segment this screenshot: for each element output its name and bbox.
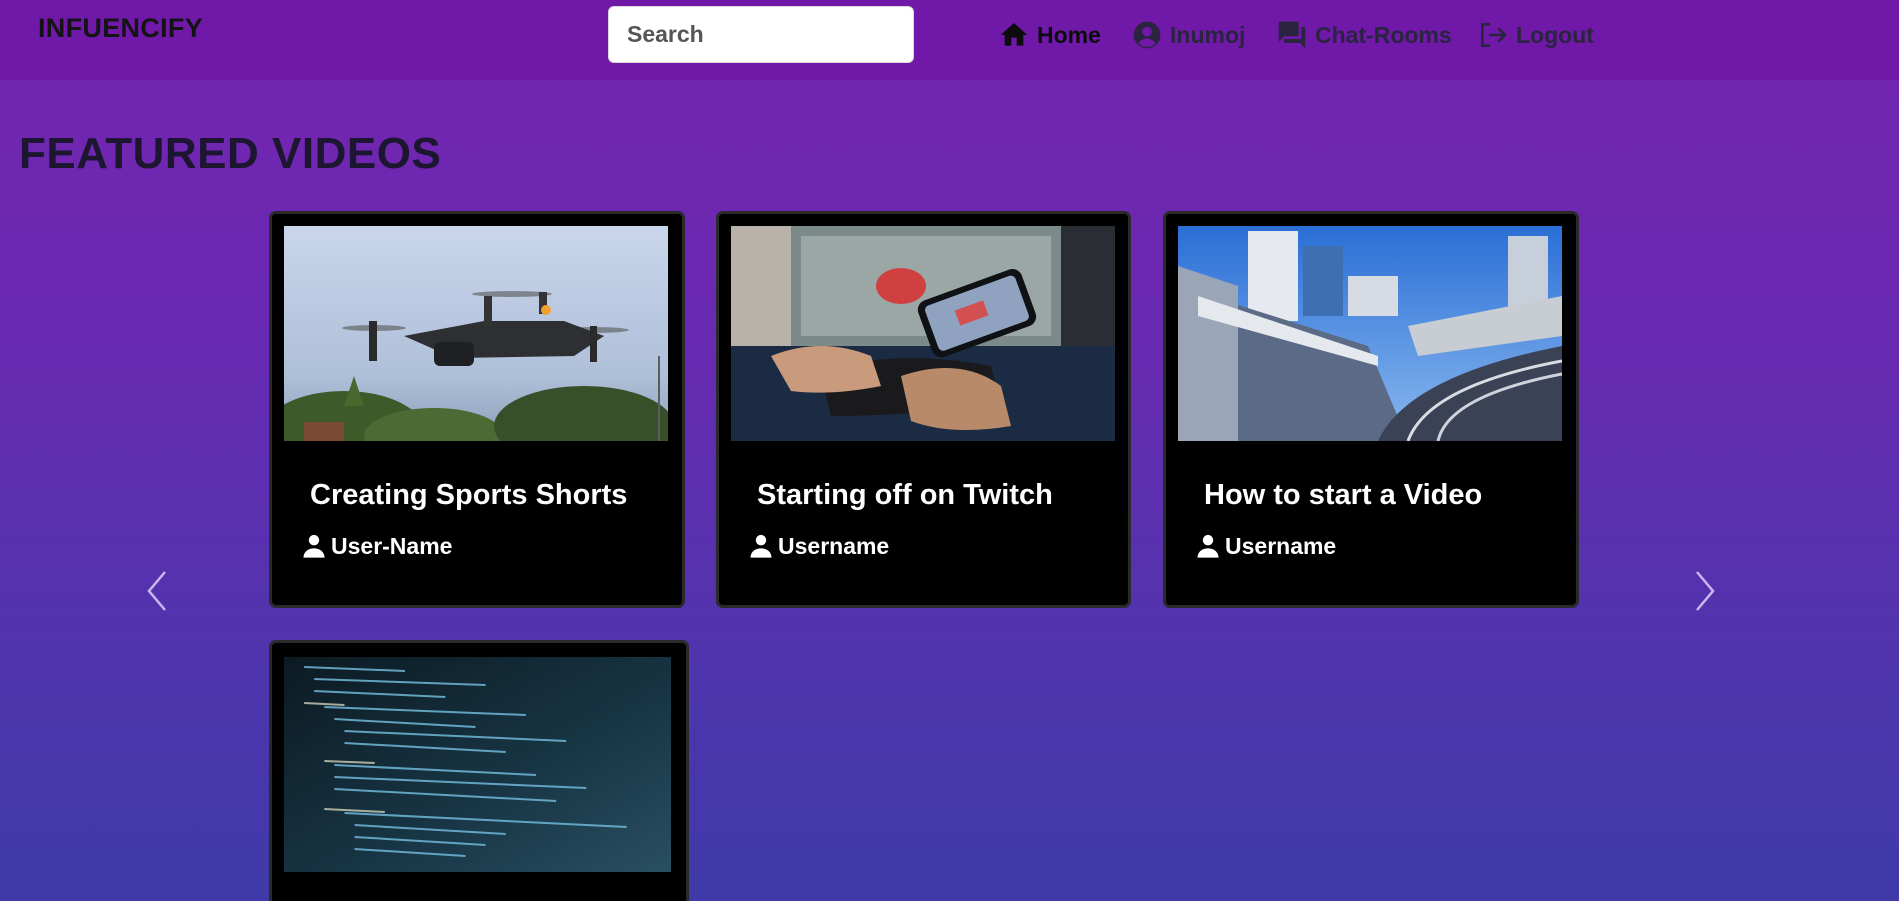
nav-link-home-label: Home (1037, 21, 1101, 48)
nav-link-logout[interactable]: Logout (1477, 18, 1594, 52)
video-thumbnail-gaming[interactable] (731, 226, 1115, 441)
nav-link-logout-label: Logout (1516, 21, 1594, 48)
gaming-controller-photo (731, 226, 1115, 441)
chevron-right-icon (1696, 571, 1715, 611)
top-navbar: INFUENCIFY Home Inumoj Chat-Rooms Logout (0, 0, 1899, 80)
video-author-name: Username (778, 532, 890, 559)
code-screen-photo (284, 657, 671, 872)
nav-link-profile[interactable]: Inumoj (1131, 18, 1245, 52)
video-author-name: User-Name (331, 532, 453, 559)
nav-link-home[interactable]: Home (998, 18, 1101, 52)
video-thumbnail-railway[interactable] (1178, 226, 1562, 441)
nav-link-chat-rooms[interactable]: Chat-Rooms (1276, 18, 1452, 52)
home-icon (1000, 23, 1028, 46)
video-author[interactable]: Username (747, 532, 889, 560)
video-thumbnail-code[interactable] (284, 657, 671, 872)
video-title[interactable]: Starting off on Twitch (757, 479, 1053, 512)
drone-photo (284, 226, 668, 441)
nav-link-profile-label: Inumoj (1170, 21, 1246, 48)
account-circle-icon (1133, 21, 1161, 49)
chevron-left-icon (147, 571, 166, 611)
carousel-next-button[interactable] (1688, 566, 1722, 616)
video-card[interactable] (269, 640, 689, 901)
video-author[interactable]: Username (1194, 532, 1336, 560)
video-card[interactable]: Starting off on Twitch Username (716, 211, 1131, 608)
nav-link-chat-rooms-label: Chat-Rooms (1315, 21, 1452, 48)
video-author[interactable]: User-Name (300, 532, 452, 560)
logout-icon (1481, 23, 1507, 47)
video-card[interactable]: Creating Sports Shorts User-Name (269, 211, 685, 608)
carousel-prev-button[interactable] (140, 566, 174, 616)
video-card[interactable]: How to start a Video Username (1163, 211, 1579, 608)
user-icon (750, 534, 772, 558)
search-input[interactable] (608, 6, 914, 63)
section-title: FEATURED VIDEOS (19, 129, 442, 178)
user-icon (303, 534, 325, 558)
video-thumbnail-drone[interactable] (284, 226, 668, 441)
user-icon (1197, 534, 1219, 558)
brand-logo-text[interactable]: INFUENCIFY (38, 13, 203, 44)
video-author-name: Username (1225, 532, 1337, 559)
video-title[interactable]: Creating Sports Shorts (310, 479, 627, 512)
railway-city-photo (1178, 226, 1562, 441)
video-title[interactable]: How to start a Video (1204, 479, 1482, 512)
chat-bubbles-icon (1278, 21, 1306, 49)
